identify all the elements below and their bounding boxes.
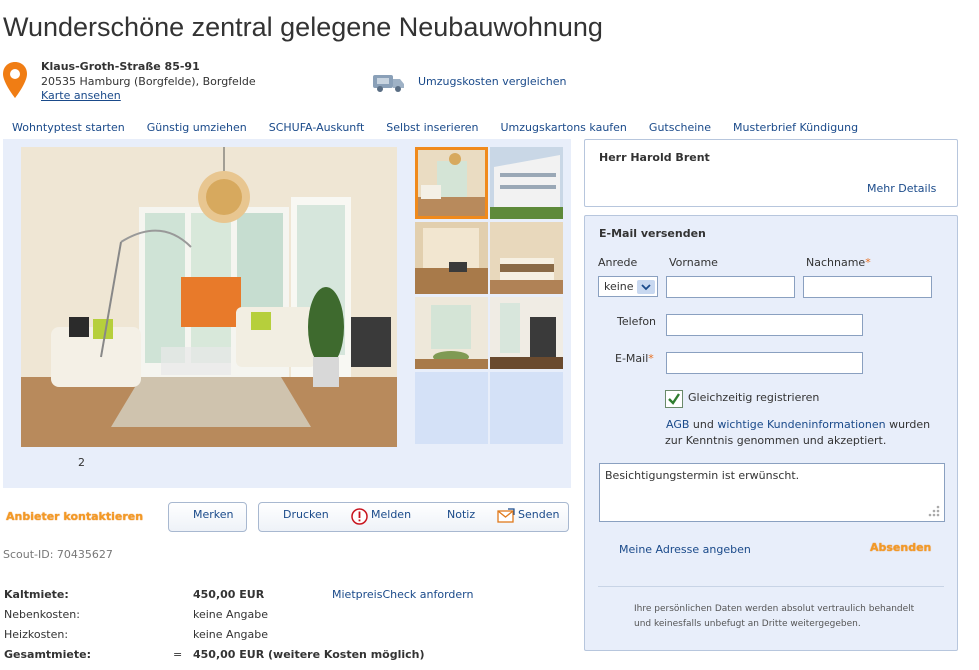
cold-rent-value: 450,00 EUR [193, 588, 265, 601]
checkmark-icon [668, 393, 680, 405]
scout-id: Scout-ID: 70435627 [3, 548, 113, 561]
nav-item-schufa[interactable]: SCHUFA-Auskunft [269, 121, 365, 134]
email-input[interactable] [666, 352, 863, 374]
service-nav: Wohntyptest starten Günstig umziehen SCH… [12, 121, 880, 134]
heating-costs-label: Heizkosten: [4, 628, 69, 641]
nav-item-umzugskartons[interactable]: Umzugskartons kaufen [501, 121, 627, 134]
privacy-note-1: Ihre persönlichen Daten werden absolut v… [634, 604, 915, 614]
firstname-input[interactable] [666, 276, 795, 298]
total-rent-value: 450,00 EUR (weitere Kosten möglich) [193, 648, 425, 661]
main-photo[interactable] [21, 147, 397, 447]
salutation-select[interactable]: keine [598, 276, 658, 297]
message-textarea[interactable]: Besichtigungstermin ist erwünscht. [599, 463, 945, 522]
terms-line-2: zur Kenntnis genommen und akzeptiert. [665, 434, 887, 447]
total-equals: = [173, 648, 183, 661]
nav-item-umziehen[interactable]: Günstig umziehen [147, 121, 247, 134]
submit-button[interactable]: Absenden [870, 541, 931, 554]
report-button[interactable]: Melden [371, 508, 411, 521]
cold-rent-label: Kaltmiete: [4, 588, 69, 601]
save-label: Merken [193, 508, 234, 521]
note-button[interactable]: Notiz [447, 508, 475, 521]
form-heading: E-Mail versenden [599, 227, 706, 240]
moving-truck-icon [373, 75, 404, 92]
thumbnail-4[interactable] [490, 222, 563, 294]
thumbnail-6[interactable] [490, 297, 563, 369]
nav-item-musterbrief[interactable]: Musterbrief Kündigung [733, 121, 858, 134]
firstname-label: Vorname [669, 256, 718, 269]
privacy-note-2: und keinesfalls unbefugt an Dritte weite… [634, 619, 861, 629]
phone-label: Telefon [617, 315, 657, 328]
address-street: Klaus-Groth-Straße 85-91 [41, 60, 200, 73]
compare-moving-costs-link[interactable]: Umzugskosten vergleichen [418, 75, 566, 88]
thumbnail-3[interactable] [415, 222, 488, 294]
agb-link[interactable]: AGB [666, 418, 689, 431]
thumbnail-empty-1 [415, 372, 488, 444]
alert-icon [351, 508, 368, 525]
page-title: Wunderschöne zentral gelegene Neubauwohn… [3, 12, 603, 42]
thumbnail-2[interactable] [490, 147, 563, 219]
map-link[interactable]: Karte ansehen [41, 89, 121, 102]
salutation-label: Anrede [598, 256, 638, 269]
add-address-link[interactable]: Meine Adresse angeben [619, 543, 751, 556]
send-envelope-icon [497, 508, 515, 523]
nav-item-wohntyptest[interactable]: Wohntyptest starten [12, 121, 125, 134]
customer-info-link[interactable]: wichtige Kundeninformationen [717, 418, 885, 431]
lastname-input[interactable] [803, 276, 932, 298]
lastname-label: Nachname* [806, 256, 871, 269]
heating-costs-value: keine Angabe [193, 628, 269, 641]
nav-item-inserieren[interactable]: Selbst inserieren [386, 121, 478, 134]
form-divider [598, 586, 944, 587]
chevron-down-icon [637, 280, 655, 294]
print-button[interactable]: Drucken [283, 508, 329, 521]
thumbnail-5[interactable] [415, 297, 488, 369]
address-city: 20535 Hamburg (Borgfelde), Borgfelde [41, 75, 256, 88]
register-label: Gleichzeitig registrieren [688, 391, 820, 404]
register-checkbox[interactable] [665, 390, 683, 408]
phone-input[interactable] [666, 314, 863, 336]
extra-costs-label: Nebenkosten: [4, 608, 80, 621]
more-details-link[interactable]: Mehr Details [867, 182, 936, 195]
send-button[interactable]: Senden [518, 508, 559, 521]
thumbnail-1[interactable] [415, 147, 488, 219]
location-pin-icon [3, 62, 27, 98]
rent-check-link[interactable]: MietpreisCheck anfordern [332, 588, 473, 601]
total-rent-label: Gesamtmiete: [4, 648, 91, 661]
contact-provider-link[interactable]: Anbieter kontaktieren [6, 510, 143, 523]
email-label: E-Mail* [615, 352, 654, 365]
agent-box [584, 139, 958, 207]
photo-counter: 2 [78, 456, 85, 469]
nav-item-gutscheine[interactable]: Gutscheine [649, 121, 711, 134]
extra-costs-value: keine Angabe [193, 608, 269, 621]
agent-name: Herr Harold Brent [599, 151, 710, 164]
resize-handle-icon[interactable] [926, 503, 940, 517]
terms-line-1: AGB und wichtige Kundeninformationen wur… [666, 418, 931, 431]
thumbnail-empty-2 [490, 372, 563, 444]
